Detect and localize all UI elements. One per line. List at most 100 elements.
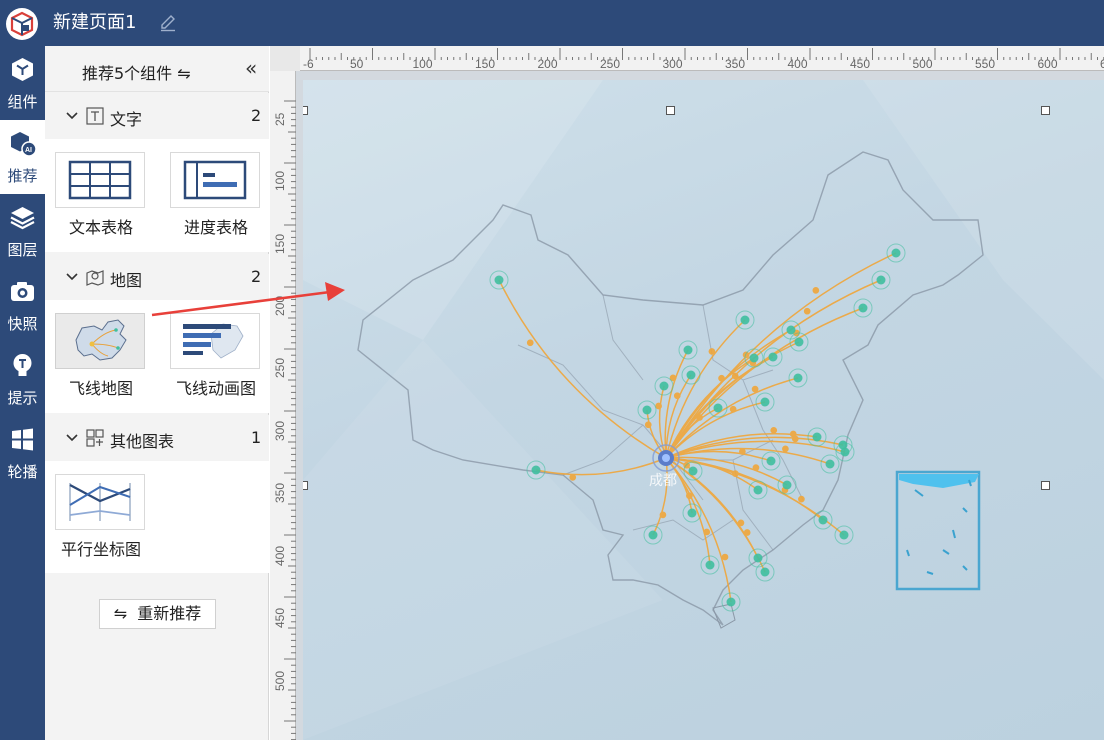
cube-icon [12,58,33,81]
flight-arrow-marker [669,374,677,382]
flight-animation-thumbnail [170,313,260,369]
flight-node [886,243,906,263]
ruler-left-scale: 25 100 150 200 250 300 350 400 450 500 [273,100,296,740]
app-cube-logo[interactable] [6,8,38,40]
selection-handle-top-left[interactable] [303,106,308,115]
group-body-other-charts: 平行坐标图 [45,461,269,573]
group-body-text: 文本表格 进度表格 [45,139,269,252]
flight-node [820,454,840,474]
flight-node [489,270,509,290]
ruler-left-label: 500 [273,671,287,691]
flight-node [748,480,768,500]
component-label: 飞线动画图 [175,379,256,398]
group-body-map: 飞线地图 飞线动画图 [45,300,269,413]
nav-item-snapshot[interactable]: 快照 [0,268,45,342]
layers-icon [10,207,35,230]
group-count: 2 [251,267,262,286]
progress-table-thumbnail [170,152,260,208]
carousel-icon [12,428,33,451]
flight-line [665,252,897,459]
selection-handle-left[interactable] [303,481,308,490]
nav-item-components[interactable]: 组件 [0,46,45,120]
flight-arrow-marker [752,464,760,471]
flight-map-widget[interactable]: 成都 [303,80,1104,740]
group-header-map[interactable]: 地图 2 [45,254,269,300]
nav-label: 图层 [7,241,38,259]
flight-arrow-marker [569,474,577,481]
nav-item-recommend[interactable]: AI 推荐 [0,120,45,194]
flight-arrow-marker [751,385,759,393]
flight-node [763,347,783,367]
collapse-icon[interactable]: « [245,56,257,80]
refresh-recommend-button[interactable]: ⇋ 重新推荐 [99,599,216,629]
ruler-top-label: 450 [850,57,870,71]
map-center-label: 成都 [649,472,677,488]
left-nav: 组件 AI 推荐 图层 快照 提示 轮播 [0,46,45,740]
nav-label: 组件 [7,93,38,111]
flight-node [708,398,728,418]
component-text-table[interactable]: 文本表格 [46,152,156,246]
chevron-down-icon [66,112,78,120]
ruler-left-label: 250 [273,358,287,378]
flight-line [665,377,799,459]
flight-node [681,365,701,385]
nav-item-layers[interactable]: 图层 [0,194,45,268]
panel-title[interactable]: 推荐5个组件 ⇋ [82,60,191,84]
component-flight-map[interactable]: 飞线地图 [46,313,156,407]
component-label: 飞线地图 [68,379,133,398]
flight-arrow-marker [655,402,662,410]
flight-arrow-marker [812,287,820,294]
design-stage[interactable]: 成都 [303,80,1104,740]
selection-handle-right[interactable] [1041,481,1050,490]
ruler-left-label: 150 [273,234,287,254]
refresh-button-label: 重新推荐 [137,604,202,623]
grid-chart-icon [86,429,104,447]
component-progress-table[interactable]: 进度表格 [161,152,271,246]
flight-arrow-marker [708,348,716,355]
pencil-icon[interactable] [158,13,178,33]
group-label: 其他图表 [110,432,175,451]
flight-arrow-marker [739,448,746,455]
ruler-top[interactable]: -6 50 100 150 200 250 300 350 400 450 500 550 600 650 [300,46,1104,71]
flight-node [678,340,698,360]
ruler-left-label: 300 [273,421,287,441]
group-header-text[interactable]: 文字 2 [45,93,269,139]
lightbulb-icon [13,354,32,376]
ruler-left-label: 100 [273,171,287,191]
selection-handle-top-right[interactable] [1041,106,1050,115]
parallel-coordinates-thumbnail [55,474,145,530]
flight-node [735,310,755,330]
nav-item-carousel[interactable]: 轮播 [0,416,45,490]
group-header-other-charts[interactable]: 其他图表 1 [45,415,269,461]
recommend-panel: 推荐5个组件 ⇋ « 文字 2 文本表格 进度表格 地图 2 飞线地图 飞线动画… [45,46,269,740]
nav-item-tips[interactable]: 提示 [0,342,45,416]
ruler-left-label: 200 [273,296,287,316]
selection-handle-top[interactable] [666,106,675,115]
component-flight-animation-map[interactable]: 飞线动画图 [161,313,271,407]
ruler-top-label: 550 [975,57,995,71]
flight-node [834,525,854,545]
component-parallel-coordinates[interactable]: 平行坐标图 [46,474,156,568]
flight-arrow-marker [803,307,811,315]
flight-arrow-marker [644,421,652,429]
flight-node [813,510,833,530]
flight-arrow-marker [798,495,805,503]
chevron-down-icon [66,273,78,281]
ruler-top-label: 250 [600,57,620,71]
page-title[interactable]: 新建页面1 [53,12,136,34]
flight-node [755,392,775,412]
flight-arrow-marker [770,426,778,434]
nav-label: 推荐 [7,167,38,185]
ruler-top-label: 400 [788,57,808,71]
flight-arrow-marker [729,405,737,413]
flight-arrow-marker [743,529,751,536]
component-label: 文本表格 [68,218,133,237]
ruler-corner [270,46,300,71]
flight-map-thumbnail [55,313,145,369]
ruler-top-label: 300 [663,57,683,71]
ruler-left-label: 25 [273,112,287,126]
flight-node [755,562,775,582]
ruler-left[interactable]: 25 100 150 200 250 300 350 400 450 500 [270,71,296,740]
component-label: 平行坐标图 [60,540,141,559]
ruler-top-label: -6 [303,57,314,71]
